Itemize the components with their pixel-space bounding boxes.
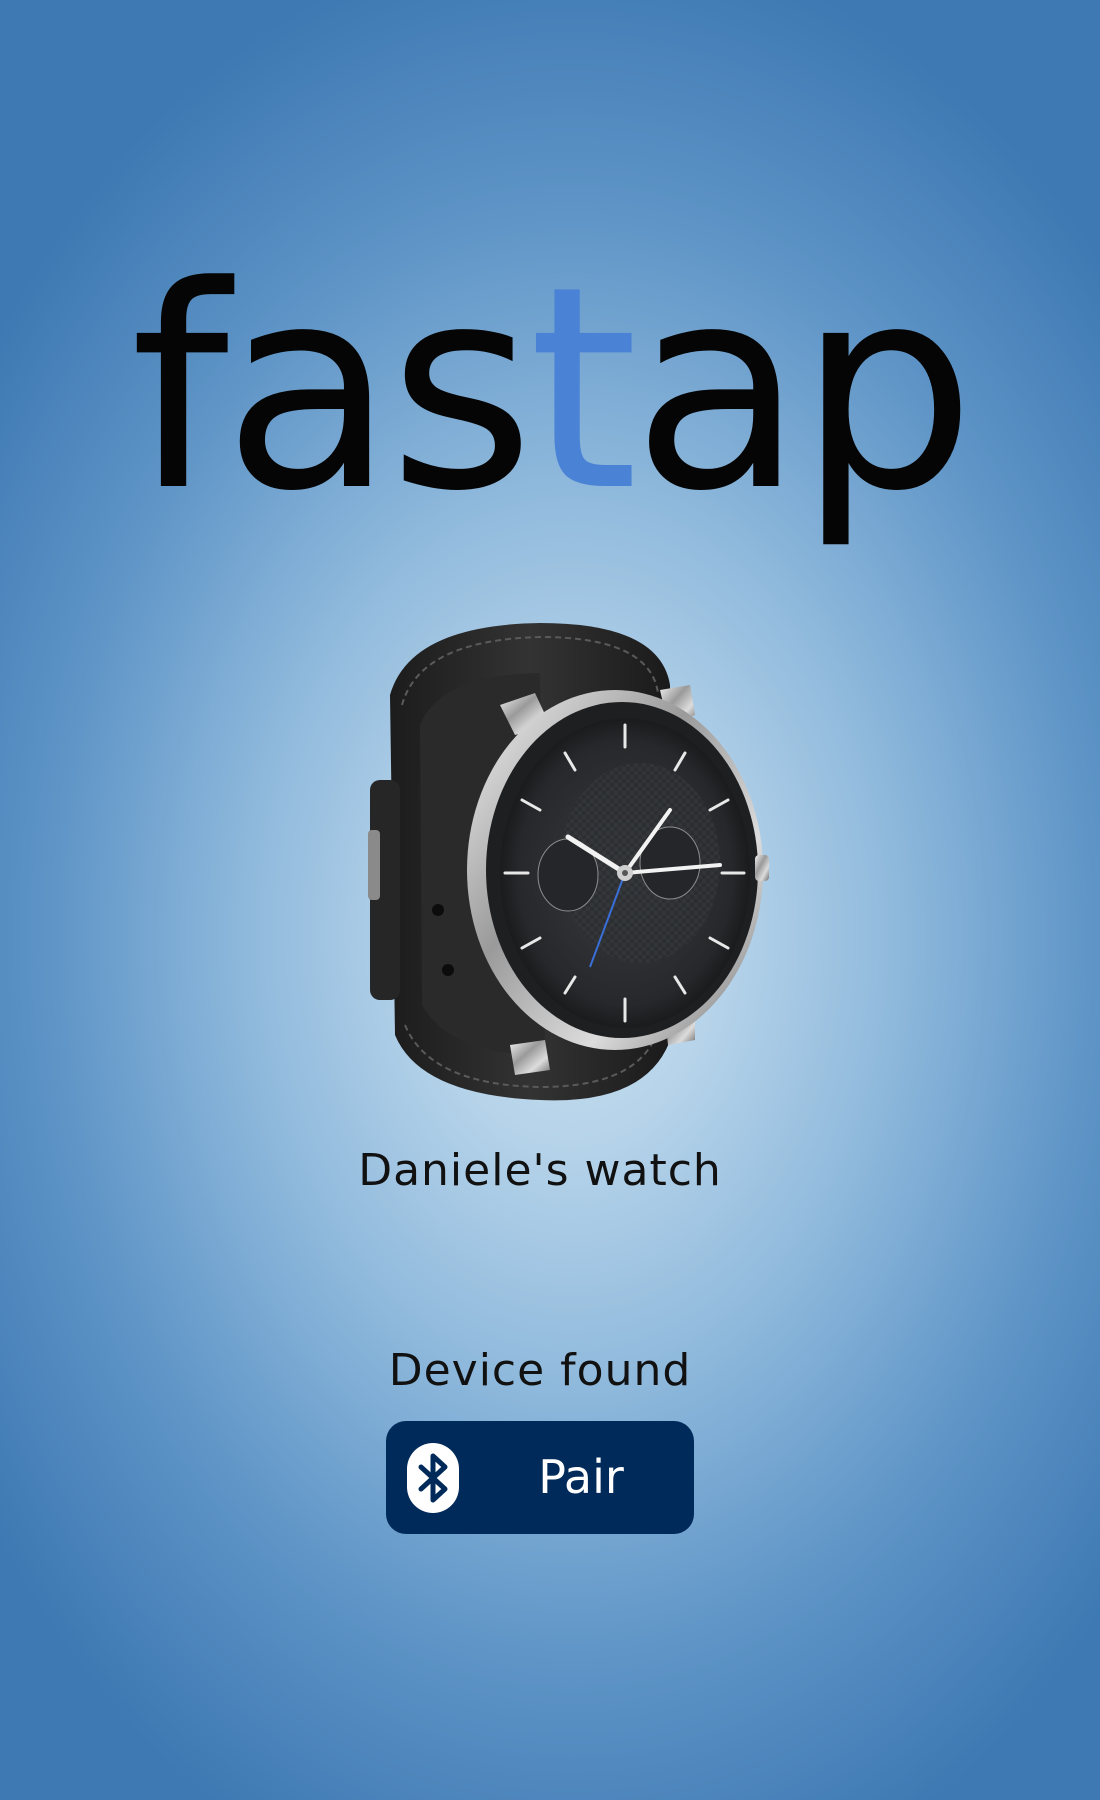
app-logo: fastap [0,250,1100,530]
status-text: Device found [388,1345,692,1396]
logo-text-accent: t [528,227,638,553]
pair-button[interactable]: Pair [386,1421,694,1534]
watch-illustration [368,623,769,1101]
bluetooth-icon [407,1443,459,1513]
logo-text-end: ap [632,227,975,553]
device-name: Daniele's watch [358,1145,722,1196]
logo-text-start: fas [130,227,534,553]
pair-button-label: Pair [538,1450,624,1504]
watch-image [350,615,770,1115]
